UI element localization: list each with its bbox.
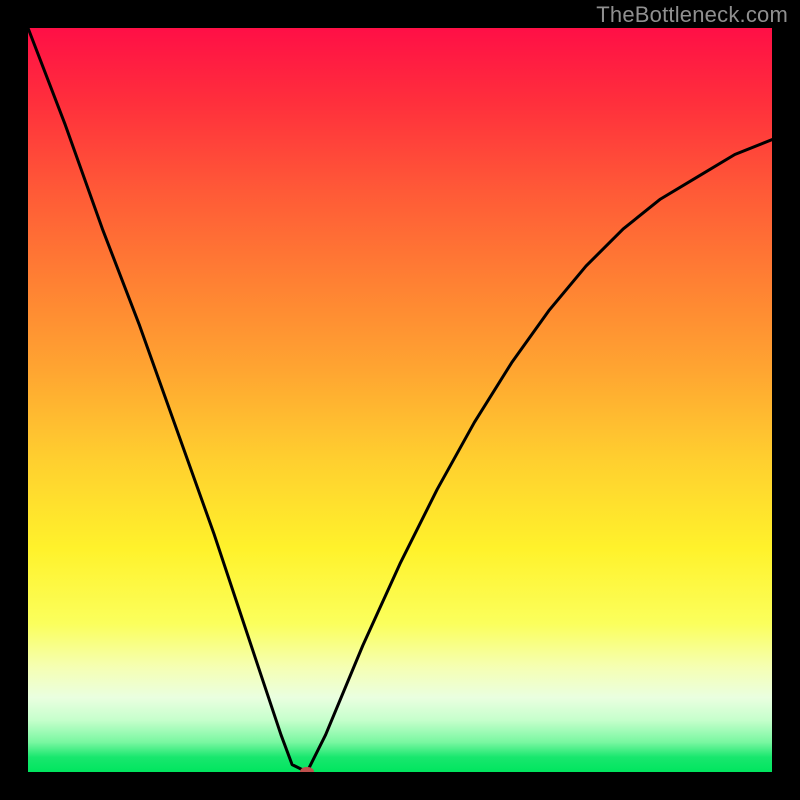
- attribution-text: TheBottleneck.com: [596, 2, 788, 28]
- curve-path: [28, 28, 772, 772]
- minimum-marker: [300, 767, 314, 772]
- chart-frame: TheBottleneck.com: [0, 0, 800, 800]
- bottleneck-curve: [28, 28, 772, 772]
- plot-area: [28, 28, 772, 772]
